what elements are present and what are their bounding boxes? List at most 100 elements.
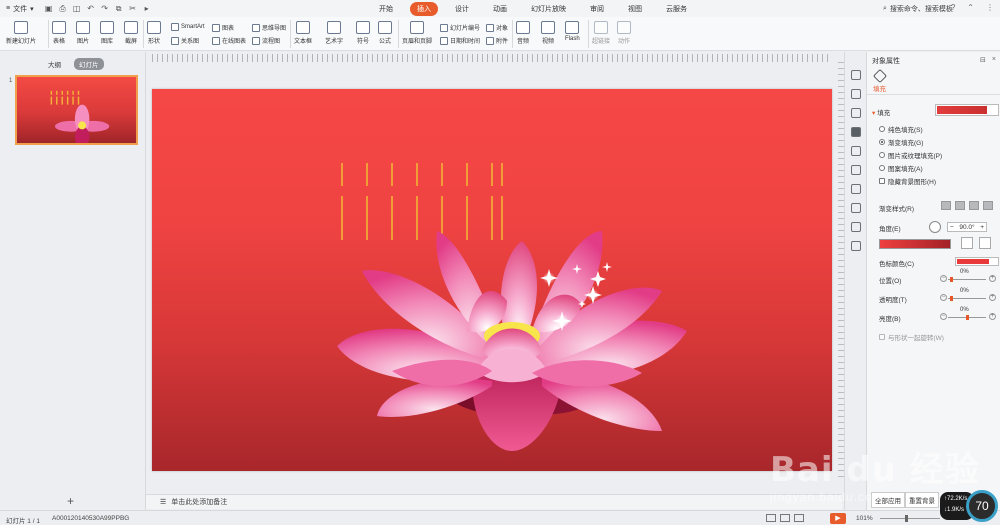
tab-home[interactable]: 开始 [372, 2, 400, 16]
slider-track[interactable] [948, 298, 986, 299]
gradient-preview-bar[interactable] [879, 239, 951, 249]
shape-button[interactable]: 形状 [147, 21, 161, 45]
decrement-icon[interactable]: − [950, 224, 954, 231]
slider-track[interactable] [948, 279, 986, 280]
checkbox[interactable] [879, 334, 885, 340]
rect-gradient-button[interactable] [969, 201, 979, 210]
textbox-button[interactable]: 文本框 [294, 21, 312, 45]
pin-icon[interactable]: ⊟ [980, 56, 986, 64]
gallery-button[interactable]: 图库 [100, 21, 114, 45]
wordart-button[interactable]: 艺术字 [325, 21, 343, 45]
backup-icon[interactable] [851, 165, 861, 175]
normal-view-icon[interactable] [766, 514, 776, 522]
online-chart-button[interactable]: 在线图表 [212, 36, 246, 45]
table-button[interactable]: 表格 [52, 21, 66, 45]
flowchart-button[interactable]: 流程图 [252, 36, 280, 45]
flash-button[interactable]: Flash [565, 21, 580, 42]
ribbon-toggle-icon[interactable]: ⌃ [967, 3, 974, 12]
action-button[interactable]: 动作 [617, 21, 631, 45]
gradient-fill-option[interactable]: 渐变填充(G) [879, 137, 923, 147]
help-icon[interactable]: ? [951, 3, 955, 12]
picture-button[interactable]: 图片 [76, 21, 90, 45]
angle-value[interactable]: 90.0° [959, 224, 974, 231]
file-menu[interactable]: ≡ 文件 ▾ [6, 4, 34, 14]
tab-slideshow[interactable]: 幻灯片放映 [524, 2, 573, 16]
zoom-slider-knob[interactable] [905, 515, 908, 522]
reset-background-button[interactable]: 重置背景 [905, 492, 939, 508]
linear-gradient-button[interactable] [941, 201, 951, 210]
fill-section-header[interactable]: 填充 [872, 107, 890, 117]
header-footer-button[interactable]: 页眉和页脚 [402, 21, 432, 45]
close-icon[interactable]: × [992, 56, 996, 64]
video-button[interactable]: 视频 [541, 21, 555, 45]
radio-button[interactable] [879, 139, 885, 145]
apps-icon[interactable] [851, 241, 861, 251]
slide-number-button[interactable]: 幻灯片编号 [440, 23, 480, 32]
more-icon[interactable]: ▸ [142, 4, 152, 13]
copy-icon[interactable] [851, 89, 861, 99]
shapes-icon[interactable] [851, 108, 861, 118]
angle-dial[interactable] [929, 221, 941, 233]
performance-circle[interactable]: 70 [966, 490, 998, 522]
redo-icon[interactable]: ↷ [100, 4, 110, 13]
tab-outline[interactable]: 大纲 [43, 58, 66, 70]
transparency-slider[interactable]: − 0% + [940, 288, 996, 302]
undo-icon[interactable]: ↶ [86, 4, 96, 13]
radio-button[interactable] [879, 126, 885, 132]
search-input[interactable]: 搜索命令、搜索模板 [890, 4, 953, 14]
attachment-button[interactable]: 附件 [486, 36, 508, 45]
mindmap-button[interactable]: 思维导图 [252, 23, 286, 32]
tab-review[interactable]: 审阅 [583, 2, 611, 16]
increment-icon[interactable]: + [980, 224, 984, 231]
slider-knob[interactable] [950, 277, 953, 282]
slider-knob[interactable] [966, 315, 969, 320]
minus-icon[interactable]: − [940, 275, 947, 282]
plus-icon[interactable]: + [989, 313, 996, 320]
slider-knob[interactable] [950, 296, 953, 301]
plus-icon[interactable]: + [989, 275, 996, 282]
stop-color-picker[interactable] [955, 257, 999, 266]
object-button[interactable]: 对象 [486, 23, 508, 32]
notes-bar[interactable]: ☰ 单击此处添加备注 [146, 494, 842, 509]
star-icon[interactable] [851, 146, 861, 156]
tab-insert[interactable]: 插入 [410, 2, 438, 16]
datetime-button[interactable]: 日期和时间 [440, 36, 480, 45]
zoom-slider[interactable] [880, 518, 940, 519]
picture-fill-option[interactable]: 图片或纹理填充(P) [879, 150, 942, 160]
add-stop-button[interactable] [961, 237, 973, 249]
print-icon[interactable]: ⎙ [58, 4, 68, 14]
zoom-level[interactable]: 101% [856, 515, 873, 522]
smartart-button[interactable]: SmartArt [171, 23, 205, 31]
share-icon[interactable] [851, 184, 861, 194]
preview-icon[interactable]: ◫ [72, 4, 82, 13]
radial-gradient-button[interactable] [955, 201, 965, 210]
plus-icon[interactable]: + [989, 294, 996, 301]
add-slide-button[interactable]: + [67, 494, 74, 508]
minus-icon[interactable]: − [940, 294, 947, 301]
new-slide-button[interactable]: 新建幻灯片 [6, 21, 36, 45]
format-painter-icon[interactable]: ✂ [128, 4, 138, 13]
slide-sorter-icon[interactable] [780, 514, 790, 522]
radio-button[interactable] [879, 165, 885, 171]
command-search[interactable]: ⌕ 搜索命令、搜索模板 [883, 4, 953, 14]
save-icon[interactable]: ▣ [44, 4, 54, 13]
path-gradient-button[interactable] [983, 201, 993, 210]
hide-background-checkbox[interactable]: 隐藏背景图形(H) [879, 176, 936, 186]
tab-slides[interactable]: 幻灯片 [74, 58, 104, 70]
symbol-button[interactable]: 符号 [356, 21, 370, 45]
slide-canvas[interactable] [152, 89, 832, 471]
tab-view[interactable]: 视图 [621, 2, 649, 16]
audio-button[interactable]: 音频 [516, 21, 530, 45]
radio-button[interactable] [879, 152, 885, 158]
help-icon[interactable] [851, 222, 861, 232]
remove-stop-button[interactable] [979, 237, 991, 249]
angle-stepper[interactable]: − 90.0° + [947, 222, 987, 232]
rotate-with-shape-checkbox[interactable]: 与形状一起旋转(W) [879, 332, 944, 342]
brightness-slider[interactable]: − 0% + [940, 307, 996, 321]
chart-button[interactable]: 图表 [212, 23, 234, 32]
formula-button[interactable]: 公式 [378, 21, 392, 45]
tab-design[interactable]: 设计 [448, 2, 476, 16]
properties-icon[interactable] [851, 127, 861, 137]
minus-icon[interactable]: − [940, 313, 947, 320]
pattern-fill-option[interactable]: 图案填充(A) [879, 163, 923, 173]
